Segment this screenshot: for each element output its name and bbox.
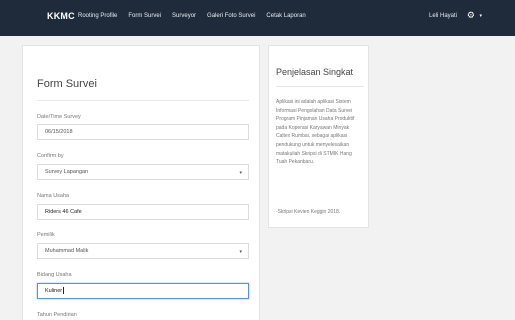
- pemilik-label: Pemilik: [37, 232, 55, 238]
- nav-link-form-survei[interactable]: Form Survei: [128, 13, 161, 19]
- info-footer: -Skripsi Kevien Keggin 2018.: [276, 209, 341, 215]
- nama-usaha-label: Nama Usaha: [37, 193, 70, 199]
- user-name-link[interactable]: Leli Hayati: [429, 13, 457, 19]
- nav-link-rooting-profile[interactable]: Rooting Profile: [78, 13, 117, 19]
- bidang-usaha-input[interactable]: Kuliner: [37, 283, 249, 299]
- nav-link-surveyor[interactable]: Surveyor: [172, 13, 196, 19]
- info-divider: [276, 86, 364, 87]
- pemilik-select[interactable]: Muhammad Malik ▾: [37, 243, 249, 259]
- penjelasan-singkat-panel: Penjelasan Singkat Aplikasi ini adalah a…: [268, 45, 369, 228]
- confirm-by-value: Survey Lapangan: [45, 169, 89, 175]
- nav-link-galeri-foto-survei[interactable]: Galeri Foto Survei: [207, 13, 255, 19]
- confirm-by-label: Confirm by: [37, 153, 64, 159]
- tahun-pendirian-label: Tahun Pendirian: [37, 312, 77, 318]
- chevron-down-icon[interactable]: ▾: [479, 13, 482, 19]
- bidang-usaha-value: Kuliner: [45, 288, 63, 294]
- info-body: Aplikasi ini adalah aplikasi Sistem Info…: [276, 99, 355, 166]
- text-cursor: [63, 287, 65, 295]
- confirm-by-select[interactable]: Survey Lapangan ▾: [37, 164, 249, 180]
- nav-links: Rooting Profile Form Survei Surveyor Gal…: [78, 13, 317, 19]
- brand-logo[interactable]: KKMC: [47, 11, 75, 21]
- gear-icon[interactable]: ⚙: [467, 10, 475, 21]
- info-title: Penjelasan Singkat: [276, 67, 354, 77]
- pemilik-value: Muhammad Malik: [45, 248, 89, 254]
- form-survei-panel: Form Survei Date/Time Survey 06/15/2018 …: [22, 45, 260, 320]
- bidang-usaha-label: Bidang Usaha: [37, 272, 72, 278]
- top-navbar: KKMC Rooting Profile Form Survei Surveyo…: [0, 0, 515, 36]
- chevron-down-icon: ▾: [239, 170, 242, 176]
- title-divider: [37, 100, 249, 101]
- nav-link-cetak-laporan[interactable]: Cetak Laporan: [266, 13, 305, 19]
- date-time-input[interactable]: 06/15/2018: [37, 124, 249, 140]
- form-title: Form Survei: [37, 78, 97, 90]
- date-time-label: Date/Time Survey: [37, 114, 81, 120]
- nama-usaha-input[interactable]: Riders 46 Cafe: [37, 204, 249, 220]
- chevron-down-icon: ▾: [239, 249, 242, 255]
